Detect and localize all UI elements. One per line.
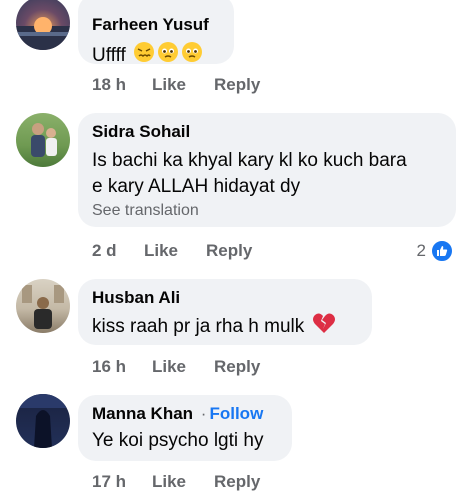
comment-author[interactable]: Farheen Yusuf [92, 15, 220, 35]
comment-time[interactable]: 2 d [92, 241, 144, 261]
comment-actions: 17 h Like Reply [92, 472, 260, 492]
pleading-face-icon [181, 41, 203, 71]
comment-time[interactable]: 18 h [92, 75, 152, 95]
like-button[interactable]: Like [152, 357, 214, 377]
comment-time[interactable]: 17 h [92, 472, 152, 492]
comment-actions: 2 d Like Reply [92, 241, 252, 261]
like-button[interactable]: Like [152, 75, 214, 95]
comment-text-line-1: Is bachi ka khyal kary kl ko kuch bara [92, 150, 407, 171]
comment-author[interactable]: Manna Khan [92, 404, 193, 423]
avatar[interactable] [16, 113, 70, 167]
comment-author[interactable]: Sidra Sohail [92, 122, 442, 142]
comment-bubble: Manna Khan · Follow Ye koi psycho lgti hy [78, 395, 292, 461]
comment-actions: 16 h Like Reply [92, 357, 260, 377]
comment-author[interactable]: Husban Ali [92, 288, 358, 308]
comment-time[interactable]: 16 h [92, 357, 152, 377]
comment-text: kiss raah pr ja rha h mulk [92, 312, 358, 342]
broken-heart-icon [312, 312, 336, 342]
reaction-summary[interactable]: 2 [417, 239, 454, 263]
reaction-count: 2 [416, 241, 426, 260]
avatar[interactable] [16, 0, 70, 50]
comment-actions: 18 h Like Reply [92, 75, 260, 95]
see-translation-link[interactable]: See translation [92, 202, 442, 220]
comment-text: Uffff [92, 41, 220, 71]
persevering-face-icon [133, 41, 155, 71]
avatar[interactable] [16, 279, 70, 333]
follow-button[interactable]: Follow [209, 404, 263, 423]
pleading-face-icon [157, 41, 179, 71]
comment-bubble: Sidra Sohail Is bachi ka khyal kary kl k… [78, 113, 456, 227]
comment-author-row: Manna Khan · Follow [92, 404, 278, 424]
comment-bubble: Husban Ali kiss raah pr ja rha h mulk [78, 279, 372, 345]
reply-button[interactable]: Reply [206, 241, 252, 261]
comment-bubble: Farheen Yusuf Uffff [78, 0, 234, 66]
like-button[interactable]: Like [144, 241, 206, 261]
thumbs-up-icon [430, 239, 454, 263]
comment-text: Ye koi psycho lgti hy [92, 430, 264, 451]
avatar[interactable] [16, 394, 70, 448]
separator-dot: · [200, 404, 207, 423]
reply-button[interactable]: Reply [214, 472, 260, 492]
reply-button[interactable]: Reply [214, 75, 260, 95]
comment-text-line-2: e kary ALLAH hidayat dy [92, 176, 301, 197]
like-button[interactable]: Like [152, 472, 214, 492]
reply-button[interactable]: Reply [214, 357, 260, 377]
